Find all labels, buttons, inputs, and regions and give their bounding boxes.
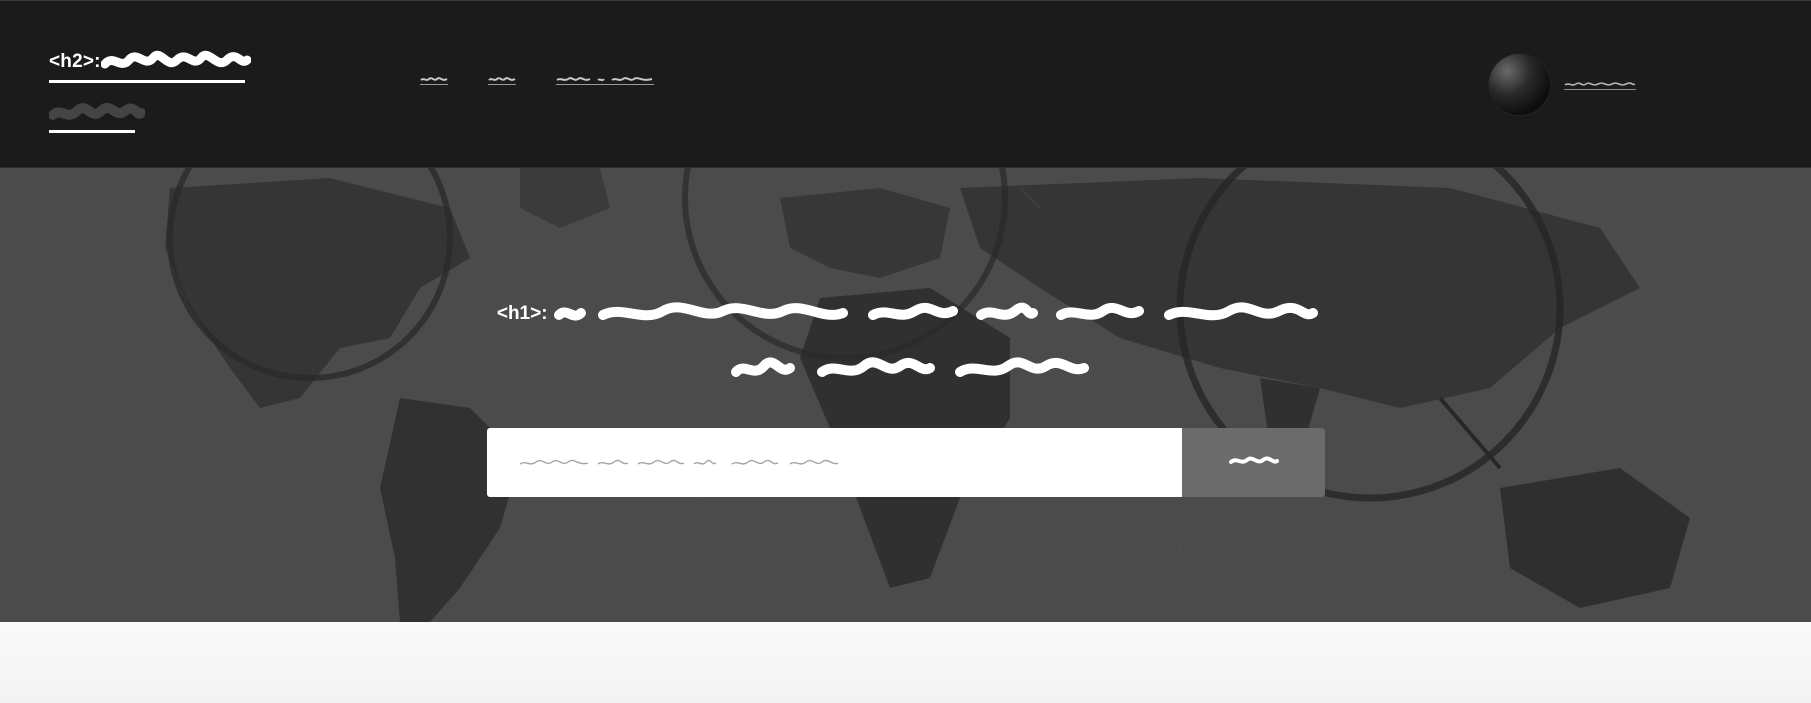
nav-item-2[interactable] — [488, 75, 516, 85]
hero-heading-tag: <h1>: — [496, 303, 548, 324]
search-form — [487, 428, 1325, 497]
brand-subtitle-underline — [49, 130, 135, 133]
nav-item-2-redacted — [488, 77, 516, 81]
search-button[interactable] — [1182, 428, 1325, 497]
nav-item-3-redacted — [556, 77, 653, 82]
search-input[interactable] — [487, 428, 1182, 497]
user-name-link[interactable] — [1564, 80, 1636, 90]
nav-item-3[interactable] — [556, 75, 654, 85]
user-name-redacted — [1564, 81, 1636, 86]
top-navigation-bar: <h2>: — [0, 0, 1811, 168]
user-menu[interactable] — [1489, 54, 1636, 115]
brand[interactable]: <h2>: — [49, 47, 279, 133]
user-name-underline — [1564, 88, 1636, 90]
world-map-background — [0, 168, 1811, 622]
nav-item-3-underline — [556, 84, 654, 85]
nav-item-1[interactable] — [420, 75, 448, 85]
brand-name-redacted — [100, 51, 251, 69]
brand-title[interactable]: <h2>: — [49, 47, 279, 77]
avatar[interactable] — [1489, 54, 1550, 115]
search-button-redacted — [1228, 456, 1279, 464]
nav-item-1-underline — [420, 84, 448, 85]
main-nav — [420, 75, 654, 85]
brand-subtitle-redacted — [49, 102, 145, 120]
brand-heading-tag: <h2>: — [49, 51, 101, 72]
brand-underline — [49, 80, 245, 83]
content-area — [0, 622, 1811, 703]
nav-item-1-redacted — [420, 77, 448, 81]
hero-title-line2-redacted — [731, 357, 1089, 377]
hero-title: <h1>: — [480, 286, 1340, 395]
nav-item-2-underline — [488, 84, 516, 85]
hero-section: <h1>: — [0, 168, 1811, 622]
hero-title-line1-redacted — [554, 302, 1319, 321]
brand-subtitle — [49, 101, 279, 125]
